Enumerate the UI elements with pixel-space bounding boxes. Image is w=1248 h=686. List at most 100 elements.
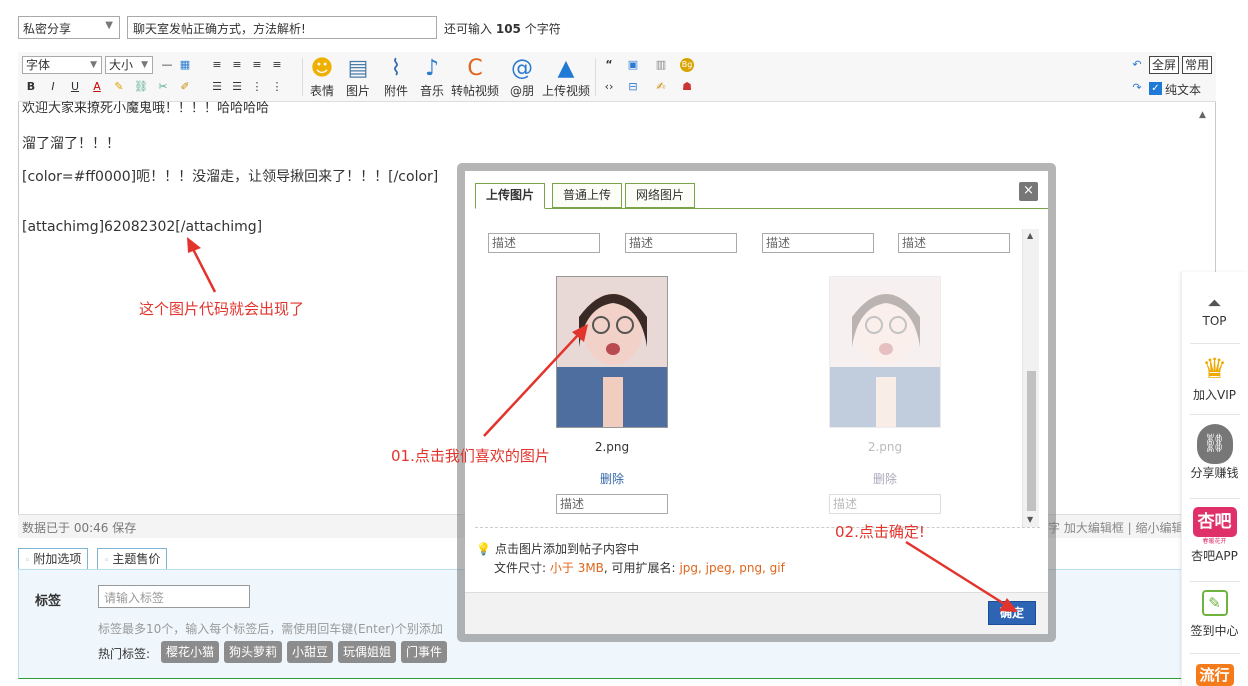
scrollbar-thumb[interactable] (1027, 371, 1036, 511)
fullscreen-button[interactable]: 全屏 (1149, 56, 1180, 74)
hot-tag[interactable]: 狗头萝莉 (224, 641, 283, 663)
dialog-tip-text: 点击图片添加到帖子内容中 (494, 542, 639, 556)
unlink-icon[interactable]: ✂ (156, 80, 170, 94)
undo-icon[interactable]: ↶ (1130, 58, 1144, 72)
smiley-icon: ☻ (310, 56, 334, 81)
hot-tag[interactable]: 小甜豆 (287, 641, 334, 663)
char-count-prefix: 还可输入 (444, 22, 493, 36)
back-to-top-button[interactable]: ⏶ TOP (1181, 294, 1248, 329)
image-thumbnail[interactable] (829, 276, 941, 428)
bold-icon[interactable]: B (24, 80, 38, 94)
emoji-label: 表情 (309, 84, 334, 98)
tag-input[interactable]: 请输入标签 (98, 585, 250, 608)
repost-video-button[interactable]: C 转帖视频 (450, 56, 500, 100)
category-select-value: 私密分享 (23, 22, 72, 36)
share-earn-button[interactable]: ⛓ 分享赚钱 (1181, 424, 1248, 481)
attach-label: 附件 (383, 84, 408, 98)
font-color-icon[interactable]: A (90, 80, 104, 94)
char-count: 还可输入 105 个字符 (444, 20, 561, 37)
ordered-list-icon[interactable]: ⋮ (250, 80, 264, 94)
outdent-icon[interactable]: ☰ (230, 80, 244, 94)
char-count-number: 105 (495, 22, 521, 36)
code-block-icon[interactable]: ▣ (626, 58, 640, 72)
italic-icon[interactable]: I (46, 80, 60, 94)
hot-tag[interactable]: 玩偶姐姐 (338, 641, 397, 663)
tab-attach-options[interactable]: ◦ 附加选项 (18, 548, 89, 570)
sidebar-divider (1190, 414, 1240, 415)
align-justify-icon[interactable]: ≡ (270, 58, 284, 72)
tab-price-label: 主题售价 (112, 552, 161, 566)
share-label: 分享赚钱 (1190, 466, 1239, 480)
app-download-button[interactable]: 杏吧 春暖花开 杏吧APP (1181, 507, 1248, 564)
tab-web-image[interactable]: 网络图片 (625, 183, 696, 208)
upload-video-label: 上传视频 (541, 84, 590, 98)
hide-content-icon[interactable]: ✍ (654, 80, 668, 94)
signin-center-button[interactable]: ✎ 签到中心 (1181, 590, 1248, 639)
align-left-icon[interactable]: ≡ (210, 58, 224, 72)
underline-icon[interactable]: U (68, 80, 82, 94)
editor-line: 欢迎大家来撩死小魔鬼哦！！！！哈哈哈哈 (22, 101, 270, 116)
table-icon[interactable]: ▦ (178, 58, 192, 72)
paperclip-icon: ⌇ (390, 56, 402, 81)
delete-image-link[interactable]: 删除 (556, 470, 668, 487)
source-code-icon[interactable]: ‹› (602, 80, 616, 94)
image-thumbnail[interactable] (556, 276, 668, 428)
upload-video-button[interactable]: ▲ 上传视频 (540, 56, 592, 100)
emoji-button[interactable]: ☻ 表情 (304, 56, 340, 100)
indent-icon[interactable]: ☰ (210, 80, 224, 94)
align-center-icon[interactable]: ≡ (230, 58, 244, 72)
insert-text-icon[interactable]: ⊟ (626, 80, 640, 94)
description-input[interactable]: 描述 (488, 233, 600, 253)
hot-tag[interactable]: 门事件 (401, 641, 448, 663)
description-input[interactable]: 描述 (625, 233, 737, 253)
dialog-tab-line (475, 208, 1048, 209)
confirm-button[interactable]: 确定 (988, 601, 1036, 625)
description-input[interactable]: 描述 (829, 494, 941, 514)
delete-image-link[interactable]: 删除 (829, 470, 941, 487)
align-right-icon[interactable]: ≡ (250, 58, 264, 72)
chevron-down-icon: ▼ (141, 60, 148, 70)
title-input-value: 聊天室发帖正确方式，方法解析! (133, 22, 306, 36)
bullet-icon: ◦ (25, 556, 31, 566)
app-logo-subtitle: 春暖花开 (1202, 538, 1227, 545)
category-select[interactable]: 私密分享 ▼ (18, 16, 120, 39)
link-icon[interactable]: ⛓ (134, 80, 148, 94)
redo-icon[interactable]: ↷ (1130, 81, 1144, 95)
image-button[interactable]: ▤ 图片 (340, 56, 376, 100)
tab-topic-price[interactable]: ◦ 主题售价 (97, 548, 168, 570)
dialog-scrollbar[interactable]: ▲ ▼ (1022, 229, 1039, 527)
tab-upload-image[interactable]: 上传图片 (475, 183, 546, 209)
highlight-icon[interactable]: ✎ (112, 80, 126, 94)
tab-normal-upload[interactable]: 普通上传 (552, 183, 623, 208)
quote-icon[interactable]: “ (602, 58, 616, 72)
music-button[interactable]: ♪ 音乐 (414, 56, 450, 100)
title-input[interactable]: 聊天室发帖正确方式，方法解析! (127, 16, 437, 39)
description-input[interactable]: 描述 (898, 233, 1010, 253)
horizontal-rule-icon[interactable]: — (160, 58, 174, 72)
font-select[interactable]: 字体 ▼ (22, 56, 102, 74)
join-vip-button[interactable]: ♛ 加入VIP (1181, 352, 1248, 403)
free-content-icon[interactable]: ☗ (680, 80, 694, 94)
image-filename: 2.png (594, 440, 630, 454)
description-input[interactable]: 描述 (762, 233, 874, 253)
photo-placeholder-icon (830, 277, 940, 427)
editor-line: [attachimg]62082302[/attachimg] (22, 219, 263, 235)
file-size-limit: 小于 3MB (549, 561, 604, 575)
description-input[interactable]: 描述 (556, 494, 668, 514)
mention-button[interactable]: @ @朋 (504, 56, 540, 100)
plain-text-checkbox[interactable]: ✓ (1149, 82, 1162, 95)
size-select[interactable]: 大小 ▼ (105, 56, 153, 74)
editor-toolbar: 字体 ▼ 大小 ▼ — ▦ ≡ ≡ ≡ ≡ B I U A ✎ ⛓ ✂ ✐ ☰ ☰ … (18, 52, 1216, 102)
trending-button[interactable]: 流行 (1181, 664, 1248, 686)
page-icon[interactable]: ▥ (654, 58, 668, 72)
at-icon: @ (511, 56, 533, 81)
common-button[interactable]: 常用 (1182, 56, 1213, 74)
clear-format-icon[interactable]: ✐ (178, 80, 192, 94)
resize-editor-links[interactable]: 字 加大编辑框 | 缩小编辑 (1048, 519, 1184, 536)
bg-icon[interactable]: Bg (680, 58, 694, 72)
dialog-tip: 💡 点击图片添加到帖子内容中 (476, 540, 639, 557)
close-icon[interactable]: × (1019, 182, 1038, 201)
attach-button[interactable]: ⌇ 附件 (378, 56, 414, 100)
hot-tag[interactable]: 樱花小猫 (161, 641, 220, 663)
unordered-list-icon[interactable]: ⋮ (270, 80, 284, 94)
